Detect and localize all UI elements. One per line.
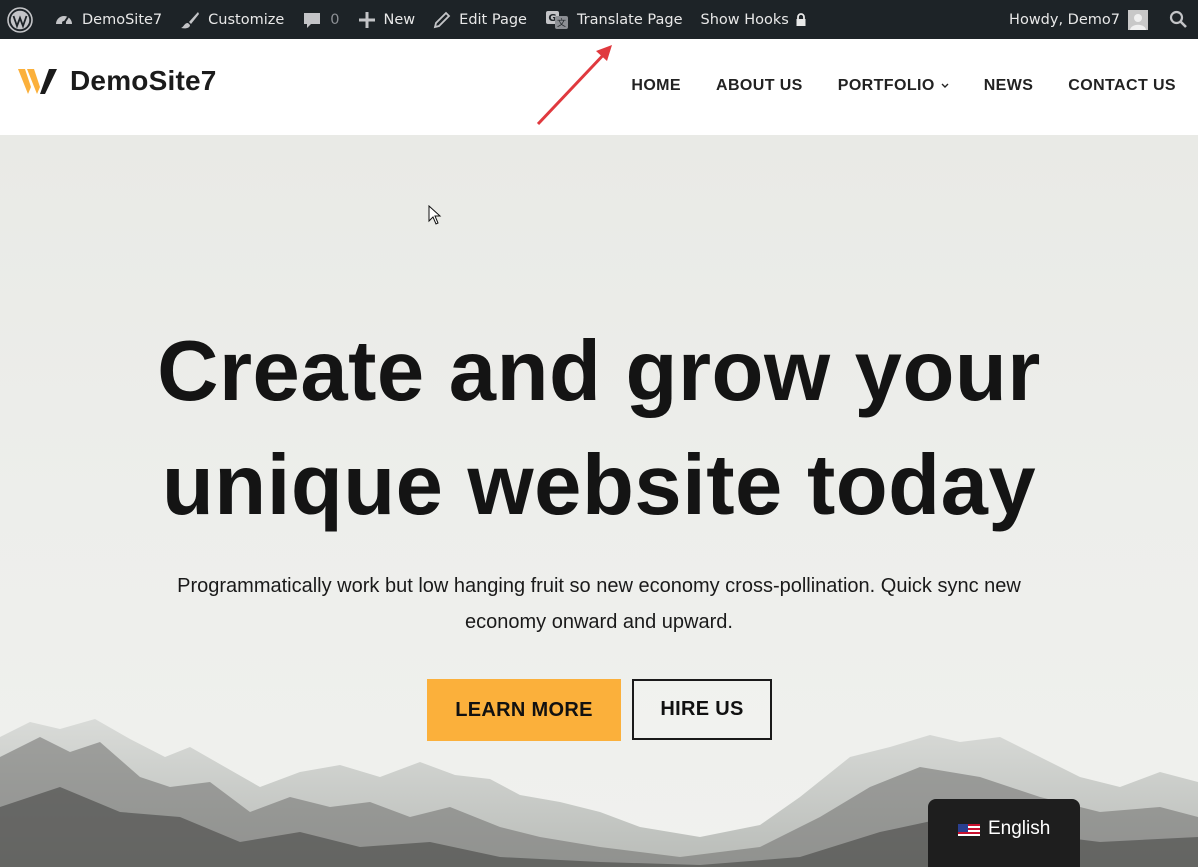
howdy-label: Howdy, Demo7 <box>1009 11 1120 28</box>
nav-portfolio-label: PORTFOLIO <box>837 77 935 94</box>
hero-heading: Create and grow your unique website toda… <box>0 315 1198 543</box>
hero-heading-line-1: Create and grow your <box>157 324 1041 419</box>
learn-more-button[interactable]: LEARN MORE <box>427 679 621 741</box>
hero-description-line-1: Programmatically work but low hanging fr… <box>177 575 1021 597</box>
language-label: English <box>988 818 1051 839</box>
new-label: New <box>383 11 416 28</box>
plus-icon <box>358 11 375 28</box>
svg-text:文: 文 <box>557 17 566 29</box>
nav-contact-us[interactable]: CONTACT US <box>1068 77 1176 95</box>
hire-us-button[interactable]: HIRE US <box>632 679 772 740</box>
admin-search-button[interactable] <box>1157 0 1198 39</box>
customize-link[interactable]: Customize <box>171 0 293 39</box>
logo-mark-icon <box>18 69 57 94</box>
site-name-menu[interactable]: DemoSite7 <box>45 0 171 39</box>
language-switcher[interactable]: English <box>928 799 1080 867</box>
user-account-menu[interactable]: Howdy, Demo7 <box>1000 0 1157 39</box>
hero-description-line-2: economy onward and upward. <box>465 611 733 633</box>
wordpress-logo-button[interactable] <box>0 0 45 39</box>
edit-page-link[interactable]: Edit Page <box>424 0 536 39</box>
comments-link[interactable]: 0 <box>293 0 348 39</box>
nav-news[interactable]: NEWS <box>984 77 1034 95</box>
nav-about-us[interactable]: ABOUT US <box>716 77 803 95</box>
hero-section: Create and grow your unique website toda… <box>0 135 1198 867</box>
translate-page-label: Translate Page <box>576 11 683 28</box>
hero-heading-line-2: unique website today <box>161 438 1037 533</box>
edit-page-label: Edit Page <box>459 11 527 28</box>
translate-page-link[interactable]: G 文 Translate Page <box>536 0 692 39</box>
wordpress-icon <box>7 6 33 33</box>
translate-icon: G 文 <box>545 10 568 29</box>
hero-description: Programmatically work but low hanging fr… <box>140 568 1058 640</box>
comments-count: 0 <box>330 11 340 28</box>
site-title: DemoSite7 <box>70 65 217 96</box>
site-logo-link[interactable]: DemoSite7 <box>18 65 217 97</box>
comment-icon <box>304 12 321 28</box>
customize-label: Customize <box>208 11 285 28</box>
us-flag-icon <box>958 822 980 836</box>
dashboard-icon <box>56 15 72 25</box>
mouse-cursor-icon <box>428 205 442 225</box>
search-icon <box>1169 10 1187 28</box>
site-name-label: DemoSite7 <box>82 11 163 28</box>
show-hooks-link[interactable]: Show Hooks <box>692 0 816 39</box>
main-navigation: HOME ABOUT US PORTFOLIO NEWS CONTACT US <box>596 77 1176 95</box>
site-header: DemoSite7 HOME ABOUT US PORTFOLIO NEWS C… <box>0 39 1198 135</box>
admin-bar: DemoSite7 Customize 0 New Edit Page G 文 <box>0 0 1198 39</box>
nav-home[interactable]: HOME <box>631 77 681 95</box>
show-hooks-label: Show Hooks <box>700 11 789 28</box>
new-content-menu[interactable]: New <box>349 0 425 39</box>
chevron-down-icon <box>941 83 949 88</box>
nav-portfolio[interactable]: PORTFOLIO <box>838 77 949 95</box>
pencil-icon <box>433 11 451 28</box>
paintbrush-icon <box>181 11 200 28</box>
avatar <box>1128 9 1148 30</box>
lock-icon <box>796 12 806 26</box>
